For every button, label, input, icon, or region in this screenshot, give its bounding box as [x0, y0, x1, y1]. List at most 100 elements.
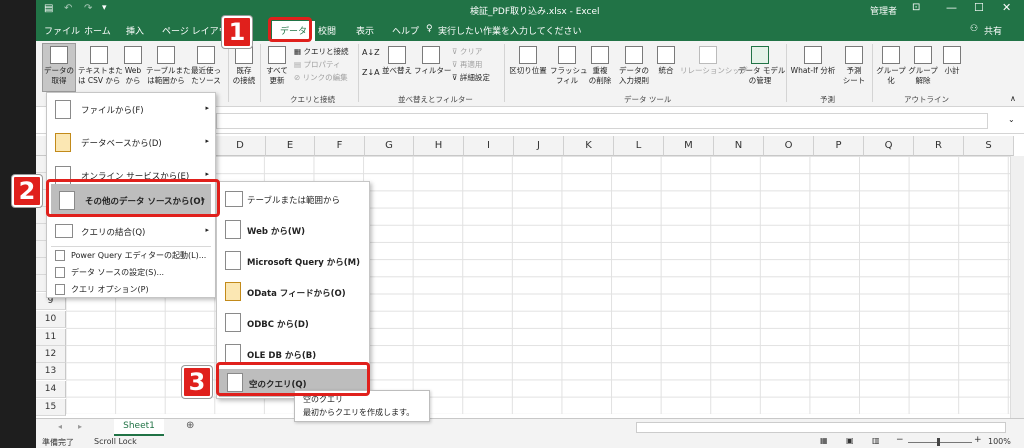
submenu-arrow-icon: ▸	[205, 226, 209, 234]
submenu-item-from-web[interactable]: Web から(W)	[217, 213, 371, 247]
row-header[interactable]: 10	[36, 311, 66, 328]
column-header[interactable]: N	[714, 136, 764, 156]
column-header[interactable]: S	[964, 136, 1014, 156]
web-icon	[225, 220, 241, 239]
submenu-item-from-odbc[interactable]: ODBC から(D)	[217, 306, 371, 340]
menu-item-data-source-settings[interactable]: データ ソースの設定(S)...	[47, 264, 215, 281]
recent-sources-button[interactable]: 最近使っ たソース	[188, 46, 224, 86]
tell-me-box[interactable]: 実行したい作業を入力してください	[438, 24, 581, 37]
row-header[interactable]: 15	[36, 399, 66, 416]
remove-duplicates-button[interactable]: 重複 の削除	[586, 46, 614, 86]
column-header[interactable]: Q	[864, 136, 914, 156]
undo-icon[interactable]: ↶	[64, 3, 72, 14]
submenu-item-from-table[interactable]: テーブルまたは範囲から	[217, 182, 371, 216]
column-header[interactable]: P	[814, 136, 864, 156]
submenu-item-from-odata[interactable]: OData フィードから(O)	[217, 275, 371, 309]
subtotal-button[interactable]: 小計	[940, 46, 964, 76]
tab-file[interactable]: ファイル	[44, 24, 80, 37]
ungroup-button[interactable]: グループ 解除	[908, 46, 938, 86]
expand-formula-icon[interactable]: ⌄	[1008, 115, 1015, 124]
queries-connections-button[interactable]: ▦ クエリと接続	[294, 46, 348, 57]
customize-qat-icon[interactable]: ▾	[102, 3, 107, 13]
zoom-level[interactable]: 100%	[988, 437, 1011, 446]
tab-home[interactable]: ホーム	[84, 24, 111, 37]
vertical-scrollbar[interactable]	[1010, 156, 1024, 418]
save-icon[interactable]: ▤	[44, 3, 53, 14]
tab-insert[interactable]: 挿入	[126, 24, 144, 37]
tab-view[interactable]: 表示	[356, 24, 374, 37]
column-header[interactable]: L	[614, 136, 664, 156]
ribbon-display-icon[interactable]: ⊡	[912, 2, 920, 13]
share-button[interactable]: 共有	[984, 24, 1002, 37]
what-if-button[interactable]: What-If 分析	[790, 46, 836, 76]
user-name[interactable]: 管理者	[870, 4, 897, 17]
collapse-ribbon-icon[interactable]: ∧	[1010, 94, 1016, 103]
horizontal-scrollbar[interactable]	[636, 422, 1006, 433]
column-header[interactable]: H	[414, 136, 464, 156]
group-button[interactable]: グループ 化	[876, 46, 906, 86]
data-validation-button[interactable]: データの 入力規則	[616, 46, 652, 86]
text-to-columns-button[interactable]: 区切り位置	[508, 46, 548, 76]
column-header[interactable]: E	[266, 136, 315, 156]
close-icon[interactable]: ✕	[1002, 1, 1011, 14]
status-scroll-lock: Scroll Lock	[94, 437, 137, 446]
column-header[interactable]: D	[215, 136, 266, 156]
divider	[504, 44, 505, 102]
page-break-icon[interactable]: ▥	[872, 436, 880, 445]
zoom-in-icon[interactable]: +	[974, 435, 982, 445]
column-header[interactable]: R	[914, 136, 964, 156]
web-button[interactable]: Web から	[122, 46, 144, 86]
tab-help[interactable]: ヘルプ	[392, 24, 419, 37]
minimize-icon[interactable]: —	[946, 1, 957, 14]
column-header[interactable]: M	[664, 136, 714, 156]
column-header[interactable]: G	[365, 136, 414, 156]
row-header[interactable]: 13	[36, 363, 66, 380]
page-layout-icon[interactable]: ▣	[846, 436, 854, 445]
zoom-slider-thumb[interactable]	[937, 438, 940, 446]
row-header[interactable]: 11	[36, 329, 66, 346]
column-header[interactable]: J	[514, 136, 564, 156]
data-model-button[interactable]: データ モデル の管理	[738, 46, 785, 86]
sort-za-icon[interactable]: Z↓A	[362, 68, 380, 77]
flash-fill-button[interactable]: フラッシュ フィル	[550, 46, 588, 86]
column-header[interactable]: I	[464, 136, 514, 156]
menu-item-query-options[interactable]: クエリ オプション(P)	[47, 281, 215, 298]
formula-input[interactable]	[216, 113, 988, 129]
menu-item-launch-power-query[interactable]: Power Query エディターの起動(L)...	[47, 247, 215, 264]
zoom-out-icon[interactable]: −	[896, 435, 904, 445]
zoom-slider[interactable]	[908, 442, 972, 443]
advanced-button[interactable]: ⊽ 詳細設定	[452, 72, 490, 83]
add-sheet-icon[interactable]: ⊕	[186, 420, 194, 431]
table-icon	[157, 46, 175, 64]
tab-review[interactable]: 校閲	[318, 24, 336, 37]
consolidate-button[interactable]: 統合	[654, 46, 678, 76]
normal-view-icon[interactable]: ▦	[820, 436, 828, 445]
refresh-all-button[interactable]: すべて 更新	[264, 46, 290, 86]
prev-sheet-icon[interactable]: ◂	[58, 422, 62, 431]
ribbon-tabs: ファイル ホーム 挿入 ページ レイアウト データ 校閲 表示 ヘルプ ♀ 実行…	[36, 19, 1024, 41]
column-header[interactable]: F	[315, 136, 365, 156]
step-badge-1: 1	[222, 16, 252, 48]
menu-item-from-database[interactable]: データベースから(D) ▸	[47, 126, 215, 159]
submenu-item-from-ms-query[interactable]: Microsoft Query から(M)	[217, 244, 371, 278]
maximize-icon[interactable]: ☐	[974, 1, 984, 14]
sheet-tab[interactable]: Sheet1	[114, 419, 164, 436]
text-csv-button[interactable]: テキストまた は CSV から	[78, 46, 123, 86]
redo-icon[interactable]: ↷	[84, 3, 92, 14]
sort-button[interactable]: 並べ替え	[382, 46, 412, 76]
get-data-button[interactable]: データの 取得	[44, 46, 74, 86]
column-header[interactable]: O	[764, 136, 814, 156]
existing-connections-button[interactable]: 既存 の接続	[232, 46, 256, 86]
menu-item-combine-queries[interactable]: クエリの結合(Q) ▸	[47, 215, 215, 248]
sort-az-icon[interactable]: A↓Z	[362, 48, 380, 57]
globe-icon	[124, 46, 142, 64]
forecast-sheet-button[interactable]: 予測 シート	[840, 46, 868, 86]
from-table-button[interactable]: テーブルまた は範囲から	[146, 46, 191, 86]
row-header[interactable]: 14	[36, 381, 66, 398]
next-sheet-icon[interactable]: ▸	[78, 422, 82, 431]
row-header[interactable]: 12	[36, 346, 66, 363]
lightbulb-icon: ♀	[426, 24, 433, 34]
column-header[interactable]: K	[564, 136, 614, 156]
menu-item-from-file[interactable]: ファイルから(F) ▸	[47, 93, 215, 126]
filter-button[interactable]: フィルター	[414, 46, 451, 76]
